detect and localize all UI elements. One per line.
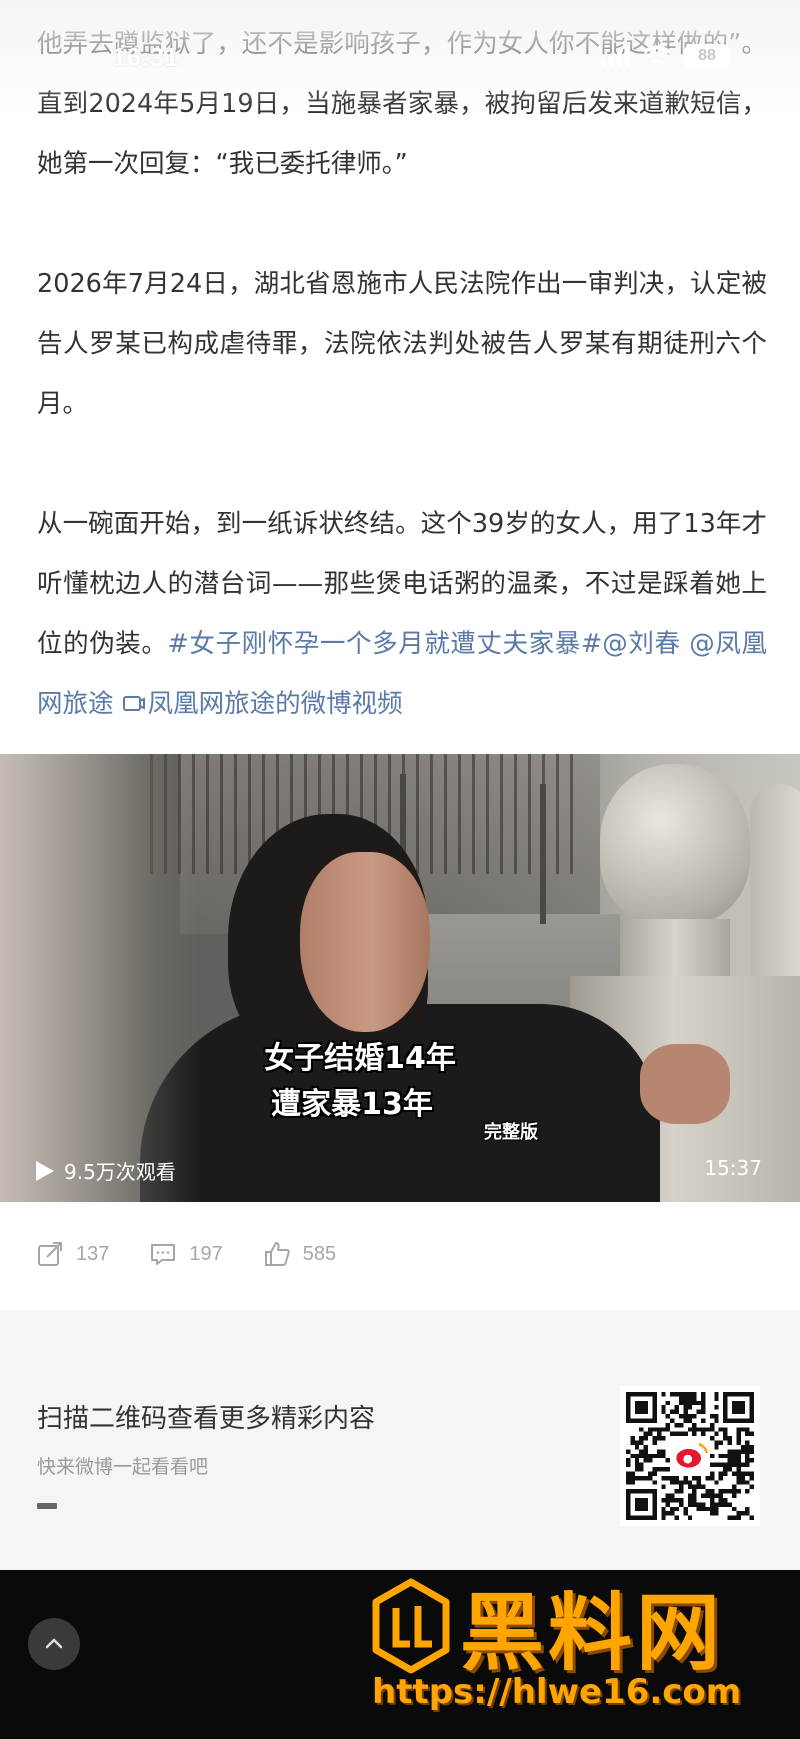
- scroll-to-top-button[interactable]: [28, 1618, 80, 1670]
- qr-promo-divider: [37, 1503, 57, 1509]
- qr-promo-title: 扫描二维码查看更多精彩内容: [37, 1404, 376, 1434]
- qr-code-icon: [620, 1386, 760, 1526]
- video-source-link[interactable]: 凤凰网旅途的微博视频: [122, 689, 403, 719]
- video-views: 9.5万次观看: [36, 1156, 176, 1185]
- site-watermark: 黑料网 https://hlwe16.com: [370, 1568, 770, 1728]
- qr-promo-panel: 扫描二维码查看更多精彩内容 快来微博一起看看吧: [0, 1310, 800, 1570]
- video-caption-line1: 女子结婚14年: [264, 1041, 456, 1076]
- video-caption-line2: 遭家暴13年: [271, 1087, 433, 1122]
- video-player[interactable]: 女子结婚14年 遭家暴13年 完整版 9.5万次观看 15:37: [0, 754, 800, 1202]
- site-url: https://hlwe16.com: [372, 1672, 742, 1712]
- video-views-count: 9.5万次观看: [64, 1160, 176, 1184]
- post-paragraph: 他弄去蹲监狱了，还不是影响孩子，作为女人你不能这样做的”。直到2024年5月19…: [37, 29, 767, 179]
- comment-count: 197: [189, 1242, 223, 1265]
- site-logo-emblem-icon: [372, 1578, 450, 1674]
- post-paragraph: 2026年7月24日，湖北省恩施市人民法院作出一审判决，认定被告人罗某已构成虐待…: [37, 269, 767, 419]
- hashtag-link[interactable]: #女子刚怀孕一个多月就遭丈夫家暴#: [167, 629, 602, 659]
- comment-button[interactable]: 197: [149, 1240, 223, 1268]
- like-button[interactable]: 585: [263, 1240, 336, 1268]
- repost-icon: [38, 1242, 62, 1266]
- play-icon[interactable]: [36, 1160, 54, 1181]
- chevron-up-icon: [45, 1638, 63, 1649]
- like-icon: [264, 1242, 290, 1266]
- video-caption: 女子结婚14年 遭家暴13年: [0, 1036, 800, 1128]
- video-source-label: 凤凰网旅途的微博视频: [147, 689, 403, 719]
- site-logo-text: 黑料网: [460, 1584, 725, 1682]
- comment-icon: [151, 1244, 176, 1265]
- repost-button[interactable]: 137: [36, 1240, 109, 1268]
- repost-count: 137: [76, 1242, 110, 1265]
- like-count: 585: [302, 1242, 337, 1265]
- post-body: 他弄去蹲监狱了，还不是影响孩子，作为女人你不能这样做的”。直到2024年5月19…: [37, 14, 767, 734]
- video-link-icon: [122, 696, 145, 711]
- mention-link-liuchun[interactable]: @刘春: [602, 629, 680, 659]
- video-tag: 完整版: [484, 1122, 538, 1143]
- qr-promo-subtitle: 快来微博一起看看吧: [37, 1456, 209, 1478]
- post-paragraph: 从一碗面开始，到一纸诉状终结。这个39岁的女人，用了13年才听懂枕边人的潜台词—…: [37, 494, 767, 734]
- action-bar: 137 197 585: [36, 1240, 336, 1268]
- video-duration: 15:37: [704, 1156, 762, 1180]
